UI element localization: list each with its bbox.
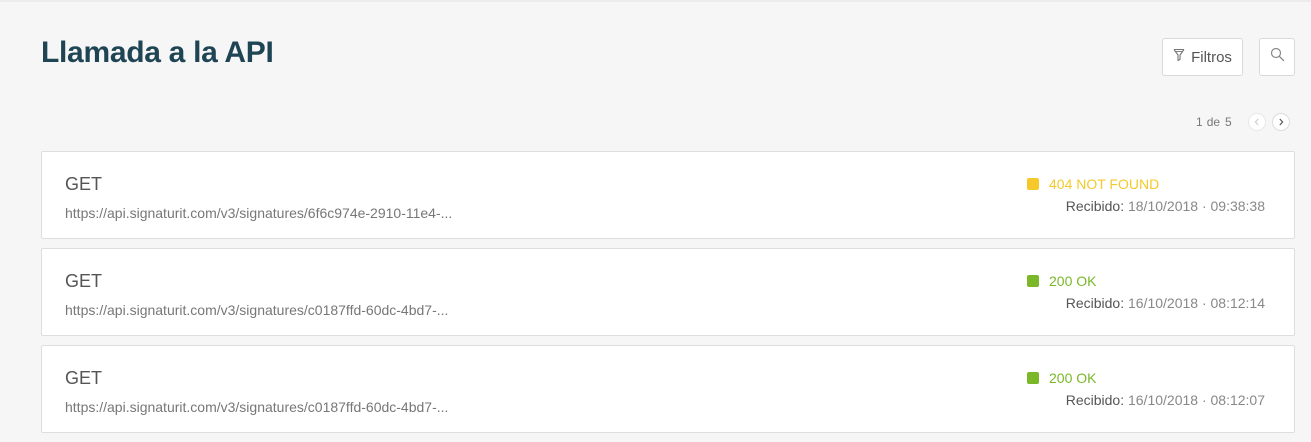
- received-timestamp: Recibido: 16/10/2018 · 08:12:14: [1066, 295, 1265, 311]
- status-indicator-icon: [1027, 275, 1039, 287]
- request-method: GET: [65, 271, 103, 291]
- received-label: Recibido:: [1065, 392, 1125, 408]
- api-call-row[interactable]: GET https://api.signaturit.com/v3/signat…: [41, 345, 1295, 433]
- status-indicator-icon: [1027, 178, 1039, 190]
- request-method: GET: [65, 174, 103, 194]
- received-value: 16/10/2018 · 08:12:07: [1127, 392, 1265, 408]
- magnifier-icon: [1270, 47, 1285, 67]
- request-url: https://api.signaturit.com/v3/signatures…: [65, 205, 453, 221]
- received-label: Recibido:: [1065, 198, 1125, 214]
- next-page-button[interactable]: [1271, 113, 1290, 131]
- received-value: 16/10/2018 · 08:12:14: [1127, 295, 1265, 311]
- status-text: 404 NOT FOUND: [1049, 176, 1160, 192]
- received-timestamp: Recibido: 18/10/2018 · 09:38:38: [1066, 198, 1265, 214]
- pagination-separator: de: [1206, 115, 1221, 129]
- request-url: https://api.signaturit.com/v3/signatures…: [65, 302, 449, 318]
- request-url: https://api.signaturit.com/v3/signatures…: [65, 399, 449, 415]
- page-header: Llamada a la API Filtros 1 de 5: [0, 0, 1311, 140]
- filters-button[interactable]: Filtros: [1162, 38, 1243, 76]
- page-title: Llamada a la API: [41, 36, 274, 69]
- received-timestamp: Recibido: 16/10/2018 · 08:12:07: [1066, 392, 1265, 408]
- pagination: 1 de 5: [1196, 111, 1290, 133]
- api-call-row[interactable]: GET https://api.signaturit.com/v3/signat…: [41, 248, 1295, 336]
- received-label: Recibido:: [1065, 295, 1125, 311]
- filters-button-label: Filtros: [1191, 48, 1232, 66]
- search-button[interactable]: [1259, 38, 1295, 76]
- pagination-total: 5: [1225, 115, 1232, 129]
- status-text: 200 OK: [1049, 273, 1097, 289]
- api-call-list: GET https://api.signaturit.com/v3/signat…: [41, 151, 1295, 442]
- funnel-icon: [1173, 48, 1185, 66]
- status-text: 200 OK: [1049, 370, 1097, 386]
- status-indicator-icon: [1027, 372, 1039, 384]
- response-status: 200 OK: [1027, 273, 1096, 289]
- pagination-current: 1: [1196, 115, 1203, 129]
- previous-page-button[interactable]: [1247, 113, 1266, 131]
- api-call-row[interactable]: GET https://api.signaturit.com/v3/signat…: [41, 151, 1295, 239]
- request-method: GET: [65, 368, 103, 388]
- received-value: 18/10/2018 · 09:38:38: [1127, 198, 1265, 214]
- response-status: 200 OK: [1027, 370, 1096, 386]
- chevron-right-icon: [1279, 118, 1284, 126]
- chevron-left-icon: [1254, 118, 1259, 126]
- response-status: 404 NOT FOUND: [1027, 176, 1159, 192]
